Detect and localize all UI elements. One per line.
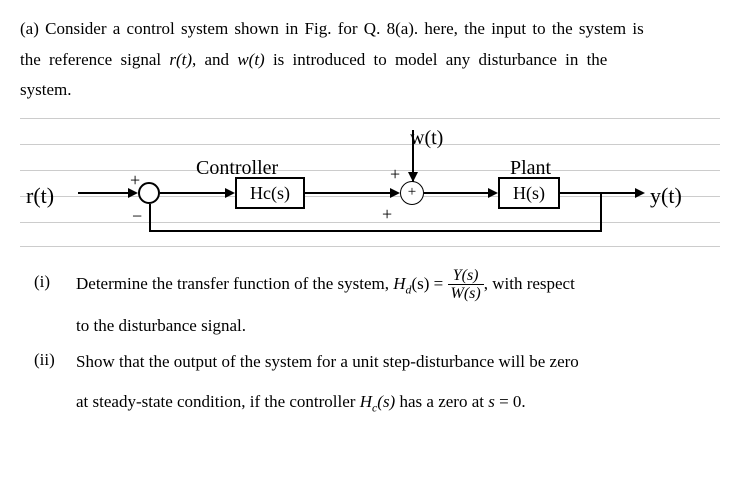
feedback-wire [149,204,151,232]
q-text: Show that the output of the system for a… [76,345,725,420]
wire [424,192,494,194]
input-signal: r(t) [26,176,54,216]
intro-line-3: system. [20,75,725,106]
question-i: (i) Determine the transfer function of t… [20,267,725,343]
wire [160,192,230,194]
feedback-wire [600,192,602,232]
intro-line-2: the reference signal r(t), and w(t) is i… [20,45,725,76]
wire [305,192,395,194]
arrow-icon [225,188,235,198]
summing-junction-2: + [400,181,424,205]
wire [78,192,133,194]
minus-sign: − [132,200,142,232]
q-num: (i) [20,267,76,343]
transfer-function-fraction: Y(s)W(s) [448,267,484,303]
disturbance-signal: w(t) [410,120,443,156]
plus-sign: + [382,198,392,230]
arrow-icon [488,188,498,198]
plus-sign: + [130,164,140,196]
plus-sign: + [390,158,400,190]
q-num: (ii) [20,345,76,420]
block-diagram: r(t) + − Controller Hc(s) w(t) + + + Pla… [20,114,720,259]
feedback-wire [149,230,602,232]
plant-block: H(s) [498,177,560,209]
sub-questions: (i) Determine the transfer function of t… [20,267,725,420]
problem-statement: (a) Consider a control system shown in F… [20,14,725,106]
w-of-t: w(t) [237,50,264,69]
intro-line-1: (a) Consider a control system shown in F… [20,14,725,45]
q-text: Determine the transfer function of the s… [76,267,725,343]
controller-block: Hc(s) [235,177,305,209]
r-of-t: r(t) [169,50,192,69]
question-ii: (ii) Show that the output of the system … [20,345,725,420]
arrow-icon [635,188,645,198]
output-signal: y(t) [650,176,682,216]
